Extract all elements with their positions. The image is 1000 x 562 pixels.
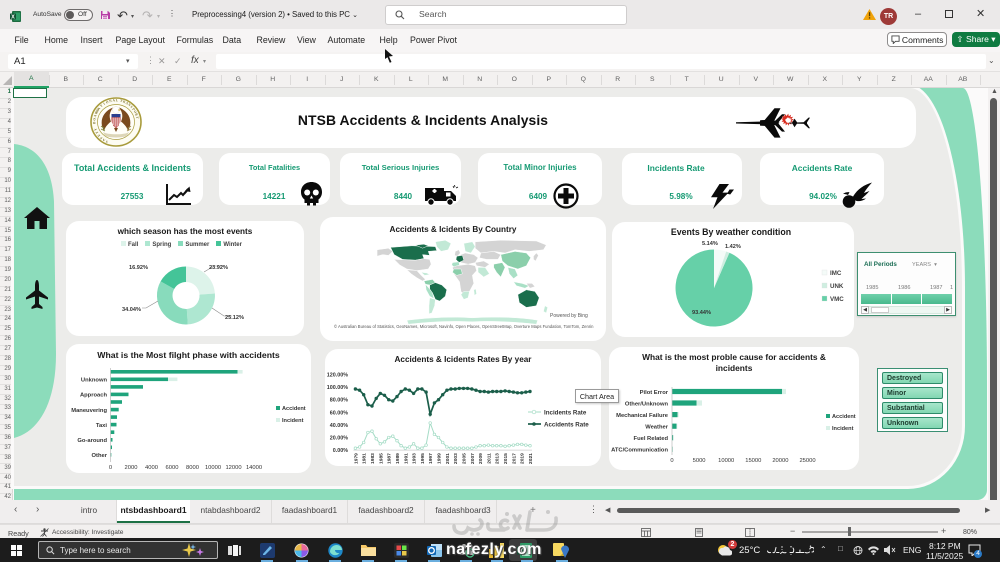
svg-text:34.04%: 34.04% xyxy=(122,307,141,313)
svg-text:Mechanical Failure: Mechanical Failure xyxy=(616,413,669,419)
svg-text:X: X xyxy=(11,14,15,20)
svg-text:Accident: Accident xyxy=(282,406,306,412)
svg-text:1979: 1979 xyxy=(353,453,359,464)
svg-text:1991: 1991 xyxy=(403,453,409,464)
svg-text:2001: 2001 xyxy=(445,453,451,464)
svg-text:80.00%: 80.00% xyxy=(330,398,348,404)
svg-text:16.92%: 16.92% xyxy=(129,265,148,271)
svg-text:25.12%: 25.12% xyxy=(225,315,244,321)
svg-text:8000: 8000 xyxy=(186,465,199,471)
svg-text:10000: 10000 xyxy=(718,458,734,464)
svg-text:2000: 2000 xyxy=(125,465,138,471)
svg-text:1987: 1987 xyxy=(387,453,393,464)
svg-text:5.14%: 5.14% xyxy=(702,241,718,247)
svg-text:4000: 4000 xyxy=(145,465,158,471)
svg-text:1993: 1993 xyxy=(412,453,418,464)
svg-text:Incidents Rate: Incidents Rate xyxy=(544,410,587,417)
svg-text:20.00%: 20.00% xyxy=(330,436,348,442)
svg-text:Accidents Rate: Accidents Rate xyxy=(544,422,589,429)
svg-text:0: 0 xyxy=(109,465,112,471)
svg-text:IMC: IMC xyxy=(830,270,842,277)
svg-text:2003: 2003 xyxy=(453,453,459,464)
svg-text:2017: 2017 xyxy=(511,453,517,464)
svg-text:Pilot Error: Pilot Error xyxy=(640,390,669,396)
svg-text:2015: 2015 xyxy=(503,453,509,464)
svg-text:VMC: VMC xyxy=(830,296,844,303)
svg-text:12000: 12000 xyxy=(225,465,241,471)
svg-text:Incident: Incident xyxy=(282,418,304,424)
svg-text:100.00%: 100.00% xyxy=(327,385,348,391)
svg-text:2019: 2019 xyxy=(520,453,526,464)
svg-text:2005: 2005 xyxy=(462,453,468,464)
svg-text:6000: 6000 xyxy=(166,465,179,471)
svg-text:93.44%: 93.44% xyxy=(692,310,711,316)
svg-text:Other/Unknown: Other/Unknown xyxy=(625,401,669,407)
svg-text:15000: 15000 xyxy=(745,458,761,464)
svg-text:2007: 2007 xyxy=(470,453,476,464)
svg-text:© Australian Bureau of Statist: © Australian Bureau of Statistics, GeoNa… xyxy=(334,324,594,329)
svg-text:Unknown: Unknown xyxy=(81,378,108,384)
svg-text:1989: 1989 xyxy=(395,453,401,464)
svg-text:1.42%: 1.42% xyxy=(725,244,741,250)
svg-text:Accident: Accident xyxy=(832,414,856,420)
svg-text:2011: 2011 xyxy=(486,453,492,464)
svg-text:5000: 5000 xyxy=(693,458,706,464)
svg-text:1997: 1997 xyxy=(428,453,434,464)
svg-text:1985: 1985 xyxy=(378,453,384,464)
svg-text:20000: 20000 xyxy=(772,458,788,464)
svg-text:Incident: Incident xyxy=(832,426,854,432)
svg-text:25000: 25000 xyxy=(799,458,815,464)
svg-text:1995: 1995 xyxy=(420,453,426,464)
svg-text:Go-around: Go-around xyxy=(77,438,107,444)
svg-text:0: 0 xyxy=(670,458,673,464)
svg-text:2013: 2013 xyxy=(495,453,501,464)
svg-text:2021: 2021 xyxy=(528,453,534,464)
svg-text:ATC/Communication: ATC/Communication xyxy=(611,448,668,454)
svg-text:120.00%: 120.00% xyxy=(327,373,348,379)
svg-text:14000: 14000 xyxy=(246,465,262,471)
svg-text:1983: 1983 xyxy=(370,453,376,464)
svg-text:0.00%: 0.00% xyxy=(333,448,348,454)
svg-text:60.00%: 60.00% xyxy=(330,410,348,416)
svg-text:Powered by Bing: Powered by Bing xyxy=(550,313,588,319)
svg-text:Fuel Related: Fuel Related xyxy=(634,436,669,442)
svg-text:Maneuvering: Maneuvering xyxy=(71,408,107,414)
svg-text:2009: 2009 xyxy=(478,453,484,464)
svg-text:Approach: Approach xyxy=(80,393,108,399)
svg-text:Taxi: Taxi xyxy=(96,423,108,429)
svg-text:1981: 1981 xyxy=(362,453,368,464)
svg-text:23.92%: 23.92% xyxy=(209,265,228,271)
svg-text:1999: 1999 xyxy=(437,453,443,464)
svg-text:40.00%: 40.00% xyxy=(330,423,348,429)
svg-text:Weather: Weather xyxy=(645,425,669,431)
svg-text:UNK: UNK xyxy=(830,283,844,290)
svg-text:Other: Other xyxy=(92,453,108,459)
svg-text:10000: 10000 xyxy=(205,465,221,471)
